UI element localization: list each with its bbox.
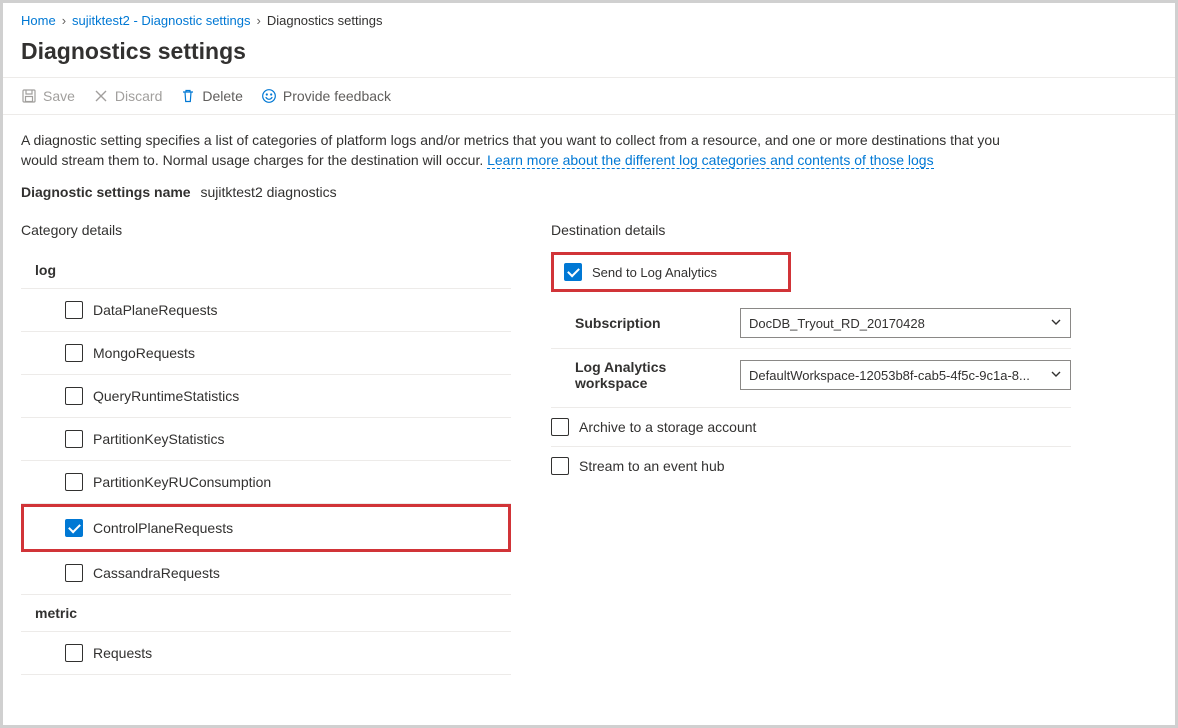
chevron-right-icon: › bbox=[257, 13, 261, 28]
category-row-dataplanerequests[interactable]: DataPlaneRequests bbox=[21, 288, 511, 332]
settings-name-row: Diagnostic settings name sujitktest2 dia… bbox=[21, 184, 1157, 200]
checkbox-dataplanerequests[interactable] bbox=[65, 301, 83, 319]
send-log-analytics-row[interactable]: Send to Log Analytics bbox=[551, 252, 791, 292]
category-label: MongoRequests bbox=[93, 345, 195, 361]
intro-text: A diagnostic setting specifies a list of… bbox=[21, 131, 1011, 170]
breadcrumb: Home › sujitktest2 - Diagnostic settings… bbox=[3, 3, 1175, 34]
category-row-cassandrarequests[interactable]: CassandraRequests bbox=[21, 552, 511, 595]
checkbox-mongorequests[interactable] bbox=[65, 344, 83, 362]
workspace-label: Log Analytics workspace bbox=[575, 359, 730, 391]
page-title: Diagnostics settings bbox=[3, 34, 1175, 77]
checkbox-archive-storage[interactable] bbox=[551, 418, 569, 436]
send-log-analytics-label: Send to Log Analytics bbox=[592, 265, 717, 280]
category-row-mongorequests[interactable]: MongoRequests bbox=[21, 332, 511, 375]
category-label: ControlPlaneRequests bbox=[93, 520, 233, 536]
stream-eventhub-row[interactable]: Stream to an event hub bbox=[551, 447, 1071, 485]
subscription-row: Subscription DocDB_Tryout_RD_20170428 bbox=[551, 298, 1071, 349]
category-row-partitionkeystatistics[interactable]: PartitionKeyStatistics bbox=[21, 418, 511, 461]
feedback-button[interactable]: Provide feedback bbox=[261, 88, 391, 104]
workspace-select[interactable]: DefaultWorkspace-12053b8f-cab5-4f5c-9c1a… bbox=[740, 360, 1071, 390]
archive-storage-row[interactable]: Archive to a storage account bbox=[551, 408, 1071, 447]
close-icon bbox=[93, 88, 109, 104]
category-label: DataPlaneRequests bbox=[93, 302, 218, 318]
toolbar: Save Discard Delete Provide feedback bbox=[3, 77, 1175, 115]
delete-label: Delete bbox=[202, 88, 242, 104]
checkbox-controlplanerequests[interactable] bbox=[65, 519, 83, 537]
stream-eventhub-label: Stream to an event hub bbox=[579, 458, 725, 474]
checkbox-cassandrarequests[interactable] bbox=[65, 564, 83, 582]
workspace-value: DefaultWorkspace-12053b8f-cab5-4f5c-9c1a… bbox=[749, 368, 1030, 383]
subscription-select[interactable]: DocDB_Tryout_RD_20170428 bbox=[740, 308, 1071, 338]
settings-name-label: Diagnostic settings name bbox=[21, 184, 191, 200]
destination-details-title: Destination details bbox=[551, 222, 1071, 238]
feedback-icon bbox=[261, 88, 277, 104]
trash-icon bbox=[180, 88, 196, 104]
breadcrumb-home[interactable]: Home bbox=[21, 13, 56, 28]
subscription-value: DocDB_Tryout_RD_20170428 bbox=[749, 316, 925, 331]
breadcrumb-current: Diagnostics settings bbox=[267, 13, 383, 28]
log-group-header: log bbox=[21, 252, 511, 288]
checkbox-queryruntimestatistics[interactable] bbox=[65, 387, 83, 405]
save-label: Save bbox=[43, 88, 75, 104]
breadcrumb-parent[interactable]: sujitktest2 - Diagnostic settings bbox=[72, 13, 250, 28]
checkbox-stream-eventhub[interactable] bbox=[551, 457, 569, 475]
category-row-queryruntimestatistics[interactable]: QueryRuntimeStatistics bbox=[21, 375, 511, 418]
chevron-down-icon bbox=[1050, 316, 1062, 331]
destination-details-column: Destination details Send to Log Analytic… bbox=[551, 222, 1071, 675]
learn-more-link[interactable]: Learn more about the different log categ… bbox=[487, 152, 933, 169]
category-label: CassandraRequests bbox=[93, 565, 220, 581]
checkbox-requests[interactable] bbox=[65, 644, 83, 662]
checkbox-send-log-analytics[interactable] bbox=[564, 263, 582, 281]
save-button[interactable]: Save bbox=[21, 88, 75, 104]
metric-group-header: metric bbox=[21, 595, 511, 631]
settings-name-value: sujitktest2 diagnostics bbox=[200, 184, 336, 200]
checkbox-partitionkeyruconsumption[interactable] bbox=[65, 473, 83, 491]
subscription-label: Subscription bbox=[575, 315, 730, 331]
category-label: Requests bbox=[93, 645, 152, 661]
chevron-right-icon: › bbox=[62, 13, 66, 28]
discard-button[interactable]: Discard bbox=[93, 88, 162, 104]
category-row-controlplanerequests[interactable]: ControlPlaneRequests bbox=[21, 504, 511, 552]
archive-storage-label: Archive to a storage account bbox=[579, 419, 756, 435]
category-row-partitionkeyruconsumption[interactable]: PartitionKeyRUConsumption bbox=[21, 461, 511, 504]
discard-label: Discard bbox=[115, 88, 162, 104]
save-icon bbox=[21, 88, 37, 104]
category-details-column: Category details log DataPlaneRequests M… bbox=[21, 222, 511, 675]
feedback-label: Provide feedback bbox=[283, 88, 391, 104]
category-label: QueryRuntimeStatistics bbox=[93, 388, 239, 404]
category-row-requests[interactable]: Requests bbox=[21, 631, 511, 675]
category-label: PartitionKeyStatistics bbox=[93, 431, 225, 447]
delete-button[interactable]: Delete bbox=[180, 88, 242, 104]
category-details-title: Category details bbox=[21, 222, 511, 238]
workspace-row: Log Analytics workspace DefaultWorkspace… bbox=[551, 349, 1071, 401]
category-label: PartitionKeyRUConsumption bbox=[93, 474, 271, 490]
chevron-down-icon bbox=[1050, 368, 1062, 383]
checkbox-partitionkeystatistics[interactable] bbox=[65, 430, 83, 448]
